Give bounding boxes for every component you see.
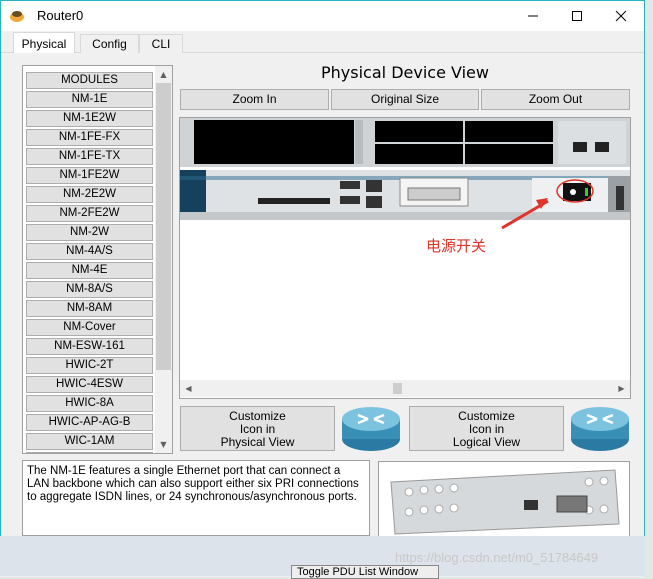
module-item[interactable]: NM-Cover xyxy=(26,319,153,336)
minimize-icon xyxy=(528,15,538,17)
module-item[interactable]: NM-8AM xyxy=(26,300,153,317)
tab-config[interactable]: Config xyxy=(80,34,139,53)
module-item[interactable]: NM-1FE-FX xyxy=(26,129,153,146)
scroll-right-icon[interactable]: ▶ xyxy=(613,380,630,397)
customize-physical-button[interactable]: Customize Icon in Physical View xyxy=(180,406,335,451)
module-item[interactable]: HWIC-4ESW xyxy=(26,376,153,393)
module-description: The NM-1E features a single Ethernet por… xyxy=(22,460,370,536)
module-item[interactable]: NM-ESW-161 xyxy=(26,338,153,355)
router-physical-image xyxy=(179,117,631,399)
modules-header: MODULES xyxy=(26,72,153,89)
tab-cli[interactable]: CLI xyxy=(139,34,183,53)
physical-tab-content: MODULES NM-1E NM-1E2W NM-1FE-FX NM-1FE-TX NM-… xyxy=(1,53,644,577)
toggle-pdu-list-button[interactable]: Toggle PDU List Window xyxy=(291,565,439,579)
module-item[interactable]: NM-2FE2W xyxy=(26,205,153,222)
module-item[interactable]: NM-8A/S xyxy=(26,281,153,298)
module-item[interactable]: HWIC-2T xyxy=(26,357,153,374)
scroll-up-icon[interactable]: ▲ xyxy=(155,66,172,83)
tab-physical[interactable]: Physical xyxy=(13,32,75,54)
module-item[interactable]: NM-4E xyxy=(26,262,153,279)
scroll-left-icon[interactable]: ◀ xyxy=(180,380,197,397)
router-window: Router0 Physical Config CLI MODULES NM-1E… xyxy=(0,0,645,577)
maximize-icon xyxy=(572,11,582,21)
module-item[interactable]: WIC-1AM xyxy=(26,433,153,450)
power-switch-annotation: 电源开关 xyxy=(426,237,487,255)
maximize-button[interactable] xyxy=(554,1,600,31)
modules-list: MODULES NM-1E NM-1E2W NM-1FE-FX NM-1FE-TX NM-… xyxy=(22,65,173,454)
scroll-down-icon[interactable]: ▼ xyxy=(155,436,172,453)
module-item[interactable]: HWIC-8A xyxy=(26,395,153,412)
window-title: Router0 xyxy=(37,8,84,23)
zoom-in-button[interactable]: Zoom In xyxy=(180,89,329,110)
nm-module-illustration xyxy=(390,469,620,535)
router-chassis-image xyxy=(180,118,630,230)
minimize-button[interactable] xyxy=(510,1,556,31)
original-size-button[interactable]: Original Size xyxy=(331,89,479,110)
watermark-text: https://blog.csdn.net/m0_51784649 xyxy=(395,550,599,565)
module-item[interactable]: NM-1E2W xyxy=(26,110,153,127)
module-item[interactable]: NM-1E xyxy=(26,91,153,108)
module-item[interactable]: NM-1FE-TX xyxy=(26,148,153,165)
modules-list-items: MODULES NM-1E NM-1E2W NM-1FE-FX NM-1FE-TX NM-… xyxy=(24,67,157,453)
device-view-scrollbar[interactable]: ◀ ▶ xyxy=(180,380,630,397)
customize-logical-button[interactable]: Customize Icon in Logical View xyxy=(409,406,564,451)
module-item[interactable]: NM-1FE2W xyxy=(26,167,153,184)
zoom-out-button[interactable]: Zoom Out xyxy=(481,89,630,110)
tab-bar: Physical Config CLI xyxy=(1,31,644,54)
router-icon-physical xyxy=(342,407,400,451)
modules-scrollbar[interactable]: ▲ ▼ xyxy=(155,66,172,453)
module-item[interactable]: NM-2W xyxy=(26,224,153,241)
packet-tracer-icon xyxy=(10,11,24,22)
close-icon xyxy=(615,10,627,22)
module-item[interactable]: WIC-1ENET xyxy=(26,452,153,453)
module-item[interactable]: NM-4A/S xyxy=(26,243,153,260)
physical-device-view-title: Physical Device View xyxy=(321,63,489,82)
close-button[interactable] xyxy=(598,1,644,31)
module-image xyxy=(378,461,630,537)
module-item[interactable]: NM-2E2W xyxy=(26,186,153,203)
module-item[interactable]: HWIC-AP-AG-B xyxy=(26,414,153,431)
router-icon-logical xyxy=(571,407,629,451)
title-bar: Router0 xyxy=(1,1,644,31)
hscroll-thumb[interactable] xyxy=(198,381,612,396)
scrollbar-thumb[interactable] xyxy=(156,83,171,370)
